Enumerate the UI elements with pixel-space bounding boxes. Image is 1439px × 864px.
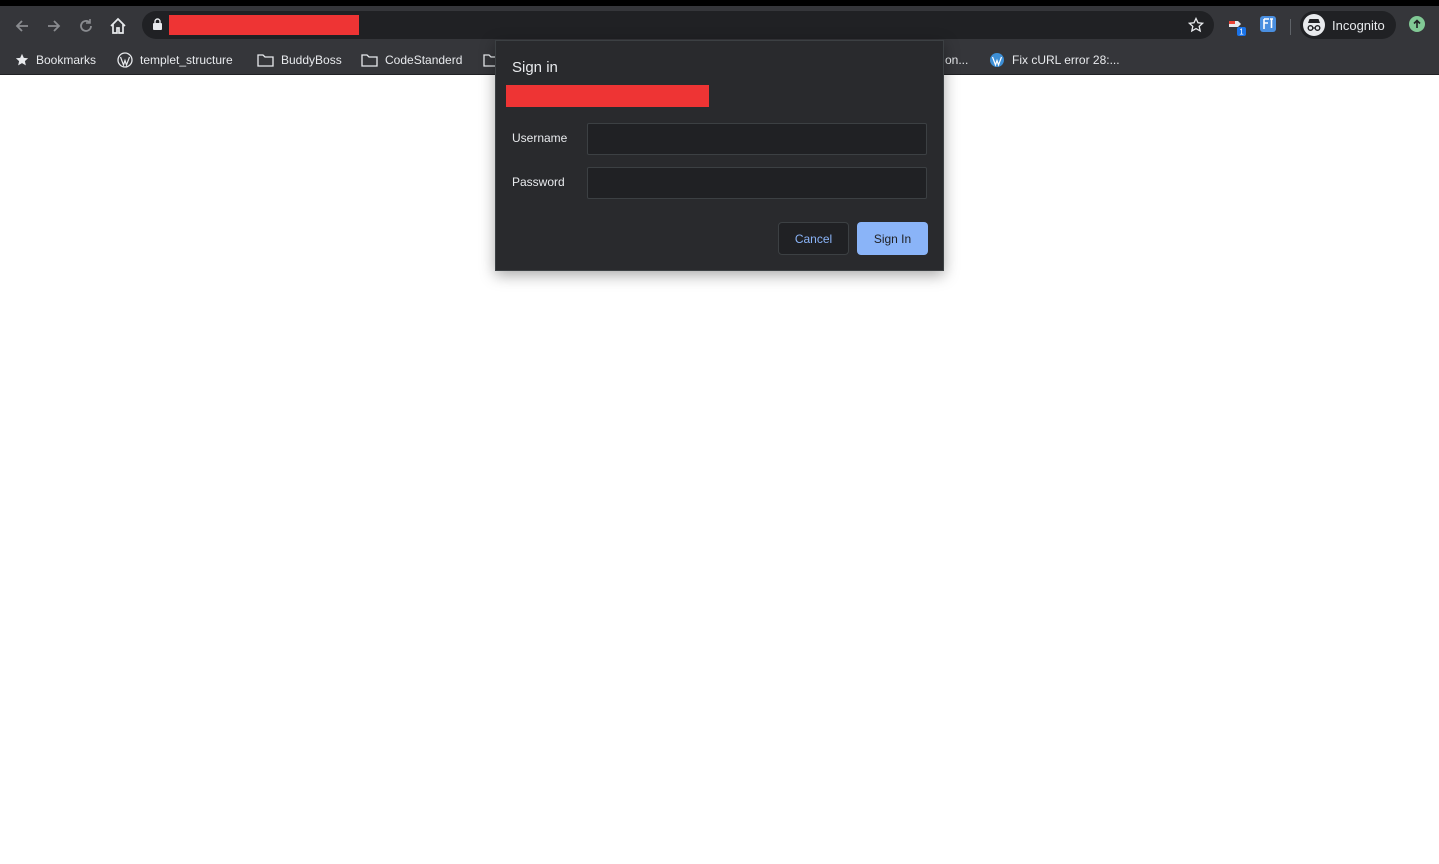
bookmark-label: CodeStanderd [385, 53, 463, 67]
bookmark-label: templet_structure [140, 53, 233, 67]
sign-in-button[interactable]: Sign In [857, 222, 928, 255]
password-input[interactable] [587, 167, 927, 199]
bookmark-label: Fix cURL error 28:... [1012, 53, 1120, 67]
wordpress-icon [990, 53, 1004, 67]
home-icon [110, 17, 126, 34]
reload-button[interactable] [75, 15, 97, 37]
password-label: Password [512, 175, 565, 189]
toolbar-separator [1290, 19, 1291, 35]
folder-icon [361, 54, 378, 67]
bookmark-buddyboss[interactable]: BuddyBoss [257, 51, 342, 69]
forward-arrow-icon [48, 20, 61, 32]
incognito-icon [1303, 14, 1325, 36]
bookmark-fix-curl[interactable]: Fix cURL error 28:... [989, 51, 1120, 69]
address-bar[interactable] [142, 11, 1214, 39]
lock-icon [153, 18, 162, 30]
bookmark-label: BuddyBoss [281, 53, 342, 67]
dialog-title: Sign in [512, 59, 558, 76]
update-arrow-icon [1409, 16, 1425, 32]
username-input[interactable] [587, 123, 927, 155]
bookmark-bookmarks[interactable]: Bookmarks [15, 51, 96, 69]
redacted-url [169, 15, 359, 35]
browser-toolbar: 1 Incognito [0, 6, 1439, 44]
update-button[interactable] [1408, 15, 1428, 35]
username-label: Username [512, 131, 568, 145]
bookmark-label: Bookmarks [36, 53, 97, 67]
wordpress-icon [117, 52, 133, 68]
extension-badge: 1 [1239, 28, 1244, 37]
ft-extension-icon [1260, 16, 1276, 32]
back-arrow-icon [15, 20, 28, 32]
bookmark-templet-structure[interactable]: templet_structure [117, 51, 233, 69]
bookmark-star-icon[interactable] [1188, 17, 1204, 33]
bookmark-label: on... [945, 53, 969, 67]
extension-button[interactable]: 1 [1227, 15, 1247, 37]
forward-button[interactable] [43, 15, 65, 37]
home-button[interactable] [107, 15, 129, 37]
sign-in-dialog: Sign in Username Password Cancel Sign In [495, 40, 944, 271]
cancel-button[interactable]: Cancel [778, 222, 849, 255]
folder-icon [257, 54, 274, 67]
bookmark-partial[interactable]: on... [945, 51, 968, 69]
extension-icon: 1 [1229, 21, 1246, 37]
ft-extension-button[interactable] [1259, 15, 1279, 35]
bookmark-codestanderd[interactable]: CodeStanderd [361, 51, 462, 69]
reload-icon [80, 19, 92, 32]
incognito-profile-button[interactable]: Incognito [1300, 11, 1396, 39]
star-icon [15, 53, 29, 66]
incognito-label: Incognito [1332, 17, 1385, 33]
back-button[interactable] [11, 15, 33, 37]
redacted-origin [506, 85, 709, 107]
